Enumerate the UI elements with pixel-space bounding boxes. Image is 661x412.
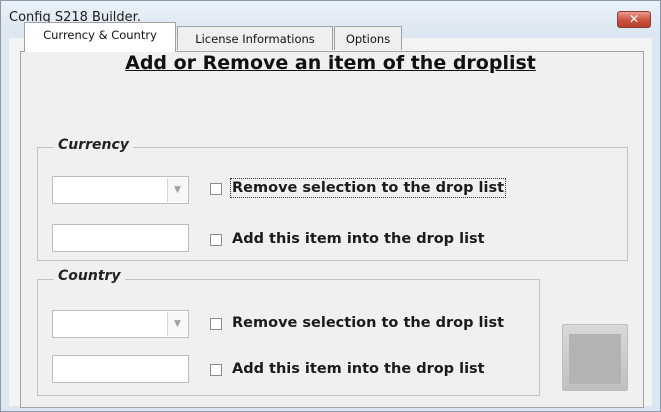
country-new-item-input[interactable] — [52, 355, 189, 383]
currency-remove-option[interactable]: Remove selection to the drop list — [210, 178, 530, 200]
tab-currency-country[interactable]: Currency & Country — [24, 22, 176, 52]
currency-frame-title: Currency — [54, 137, 133, 153]
close-icon: ✕ — [628, 12, 640, 26]
country-remove-option[interactable]: Remove selection to the drop list — [210, 315, 530, 335]
chevron-down-icon[interactable]: ▼ — [167, 312, 187, 336]
country-add-checkbox[interactable] — [210, 364, 222, 376]
apply-button[interactable] — [562, 324, 628, 391]
tab-license-informations[interactable]: License Informations — [177, 26, 333, 50]
currency-remove-checkbox[interactable] — [210, 183, 222, 195]
tab-label: Options — [345, 32, 391, 46]
currency-add-option[interactable]: Add this item into the drop list — [210, 231, 510, 251]
page-heading: Add or Remove an item of the droplist — [125, 52, 536, 74]
currency-new-item-input[interactable] — [52, 224, 189, 252]
apply-button-image — [569, 334, 621, 384]
country-remove-checkbox[interactable] — [210, 318, 222, 330]
close-button[interactable]: ✕ — [617, 11, 651, 28]
currency-add-label[interactable]: Add this item into the drop list — [232, 231, 485, 247]
currency-add-checkbox[interactable] — [210, 234, 222, 246]
country-add-option[interactable]: Add this item into the drop list — [210, 361, 510, 381]
country-select[interactable]: ▼ — [52, 310, 189, 338]
currency-select[interactable]: ▼ — [52, 176, 189, 204]
country-remove-label[interactable]: Remove selection to the drop list — [232, 315, 504, 331]
tab-label: Currency & Country — [43, 28, 157, 42]
tab-options[interactable]: Options — [334, 26, 402, 50]
currency-remove-label[interactable]: Remove selection to the drop list — [229, 178, 507, 198]
country-frame-title: Country — [54, 268, 125, 284]
tab-label: License Informations — [195, 32, 315, 46]
chevron-down-icon[interactable]: ▼ — [167, 178, 187, 202]
country-add-label[interactable]: Add this item into the drop list — [232, 361, 485, 377]
